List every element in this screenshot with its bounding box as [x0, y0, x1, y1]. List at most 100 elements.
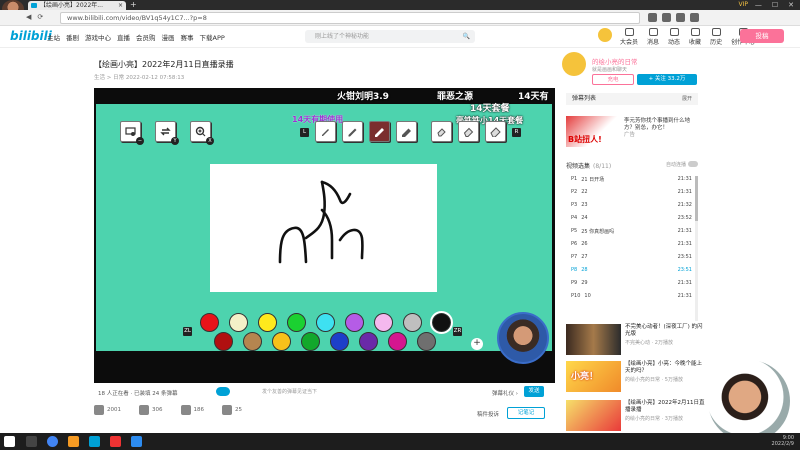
- eraser-thin-button[interactable]: [431, 121, 452, 142]
- browser-icon[interactable]: [68, 436, 79, 447]
- extension-icon[interactable]: [662, 13, 671, 22]
- upload-button[interactable]: 投稿: [740, 29, 784, 43]
- nav-item[interactable]: 会员购: [136, 32, 156, 42]
- playlist-item[interactable]: P7 27 23:51: [566, 254, 698, 267]
- color-swatch[interactable]: [403, 313, 422, 332]
- color-swatch[interactable]: [359, 332, 378, 351]
- user-avatar[interactable]: [598, 28, 612, 42]
- eraser-medium-button[interactable]: [458, 121, 479, 142]
- nav-item[interactable]: 赛事: [181, 32, 194, 42]
- extension-icon[interactable]: [690, 13, 699, 22]
- chrome-icon[interactable]: [47, 436, 58, 447]
- pencil-medium-button[interactable]: [342, 121, 363, 142]
- charge-button[interactable]: 充电: [592, 74, 634, 85]
- color-swatch[interactable]: [345, 313, 364, 332]
- app-icon[interactable]: [131, 436, 142, 447]
- extension-icon[interactable]: [676, 13, 685, 22]
- color-swatch[interactable]: [229, 313, 248, 332]
- share-button[interactable]: 25: [222, 405, 242, 415]
- danmaku-list-header[interactable]: 弹幕列表 展开: [566, 93, 698, 105]
- ad-text[interactable]: 李元芳你找个事播到什么地方？别怂，办它！ 广告: [624, 118, 700, 139]
- color-swatch[interactable]: [258, 313, 277, 332]
- search-icon[interactable]: [26, 436, 37, 447]
- address-bar[interactable]: www.bilibili.com/video/BV1q54y1C7...?p=8: [60, 12, 640, 24]
- nav-item[interactable]: 番剧: [66, 32, 79, 42]
- follow-button[interactable]: + 关注 33.2万: [637, 74, 697, 85]
- danmaku-send-button[interactable]: 发送: [524, 386, 544, 397]
- color-swatch[interactable]: [417, 332, 436, 351]
- maximize-button[interactable]: ☐: [772, 0, 778, 10]
- favorite-button[interactable]: 186: [180, 405, 204, 415]
- color-swatch[interactable]: [243, 332, 262, 351]
- system-tray[interactable]: 9:00 2022/2/9: [772, 435, 794, 447]
- swap-tool-button[interactable]: Y: [155, 121, 179, 145]
- reload-icon[interactable]: ⟳: [37, 13, 43, 21]
- uploader-avatar[interactable]: [562, 52, 586, 76]
- coin-button[interactable]: 306: [139, 405, 163, 415]
- note-button[interactable]: 记笔记: [507, 407, 545, 419]
- playlist-item[interactable]: P8 28 23:51: [566, 267, 698, 280]
- nav-favorites[interactable]: 收藏: [689, 28, 701, 46]
- scrollbar-thumb[interactable]: [695, 176, 698, 221]
- like-button[interactable]: 2001: [94, 405, 121, 415]
- playlist-item[interactable]: P5 25 你真想画吗 21:31: [566, 228, 698, 241]
- playlist-scrollbar[interactable]: [695, 176, 698, 321]
- drawing-canvas[interactable]: [210, 164, 437, 292]
- uploader-name[interactable]: 的绘小亮的日常: [592, 56, 638, 66]
- color-swatch[interactable]: [200, 313, 219, 332]
- color-swatch[interactable]: [430, 311, 453, 334]
- playlist-item[interactable]: P10 10 21:31: [566, 293, 698, 306]
- recommended-video[interactable]: 【绘画小亮】2022年2月11日直播录播 的绘小亮的日常 · 3万播放: [566, 400, 706, 434]
- danmaku-list-expand[interactable]: 展开: [682, 93, 692, 105]
- close-window-button[interactable]: ✕: [788, 0, 794, 10]
- bilibili-logo[interactable]: bilibili: [10, 29, 52, 43]
- floating-webcam[interactable]: [708, 360, 790, 442]
- color-swatch[interactable]: [287, 313, 306, 332]
- color-swatch[interactable]: [388, 332, 407, 351]
- danmaku-toggle[interactable]: [216, 387, 230, 396]
- playlist-item[interactable]: P3 23 21:32: [566, 202, 698, 215]
- nav-dynamics[interactable]: 动态: [668, 28, 680, 46]
- zoom-tool-button[interactable]: X: [190, 121, 214, 145]
- nav-item[interactable]: 直播: [117, 32, 130, 42]
- nav-history[interactable]: 历史: [710, 28, 722, 46]
- new-tab-button[interactable]: +: [130, 0, 137, 10]
- playlist-item[interactable]: P9 29 21:31: [566, 280, 698, 293]
- color-swatch[interactable]: [316, 313, 335, 332]
- color-swatch[interactable]: [301, 332, 320, 351]
- nav-item[interactable]: 游戏中心: [85, 32, 111, 42]
- nav-messages[interactable]: 消息: [647, 28, 659, 46]
- eraser-thick-button[interactable]: [485, 121, 506, 142]
- plus-button[interactable]: +: [471, 338, 483, 350]
- vip-badge[interactable]: VIP: [739, 1, 749, 9]
- danmaku-input[interactable]: 发个友善的弹幕见证当下: [254, 387, 484, 397]
- playlist-item[interactable]: P2 22 21:31: [566, 189, 698, 202]
- recommended-video[interactable]: 不完美心动者！(深夜工厂) 的闪光版 不完美心动 · 2万播放: [566, 324, 706, 358]
- playlist-item[interactable]: P1 21 日开场 21:31: [566, 176, 698, 189]
- app-icon[interactable]: [89, 436, 100, 447]
- browser-tab[interactable]: 【绘画小亮】2022年... ×: [28, 1, 126, 10]
- pencil-thin-button[interactable]: [315, 121, 336, 142]
- playlist-item[interactable]: P6 26 21:31: [566, 241, 698, 254]
- app-icon[interactable]: [110, 436, 121, 447]
- pencil-thick-button[interactable]: [396, 121, 417, 142]
- minimize-button[interactable]: —: [755, 0, 762, 10]
- nav-item[interactable]: 下载APP: [200, 32, 225, 42]
- color-swatch[interactable]: [330, 332, 349, 351]
- color-swatch[interactable]: [214, 332, 233, 351]
- nav-item[interactable]: 主站: [47, 32, 60, 42]
- nav-item[interactable]: 漫画: [162, 32, 175, 42]
- color-swatch[interactable]: [374, 313, 393, 332]
- ad-thumbnail[interactable]: B站扭人!: [566, 116, 621, 147]
- recommended-video[interactable]: 小亮！ 【绘画小亮】小亮：今晚个能上天的吗？ 的绘小亮的日常 · 5万播放: [566, 361, 706, 395]
- pencil-bold-button[interactable]: [369, 121, 390, 142]
- back-icon[interactable]: ◀: [26, 13, 31, 21]
- playlist-item[interactable]: P4 24 23:52: [566, 215, 698, 228]
- nav-vip[interactable]: 大会员: [620, 28, 638, 46]
- tab-close-icon[interactable]: ×: [118, 1, 123, 10]
- danmaku-etiquette-link[interactable]: 弹幕礼仪 ›: [492, 389, 518, 397]
- color-swatch[interactable]: [272, 332, 291, 351]
- stamp-tool-button[interactable]: −: [120, 121, 144, 145]
- search-icon[interactable]: 🔍: [463, 30, 470, 43]
- report-link[interactable]: 稿件投诉: [477, 410, 499, 418]
